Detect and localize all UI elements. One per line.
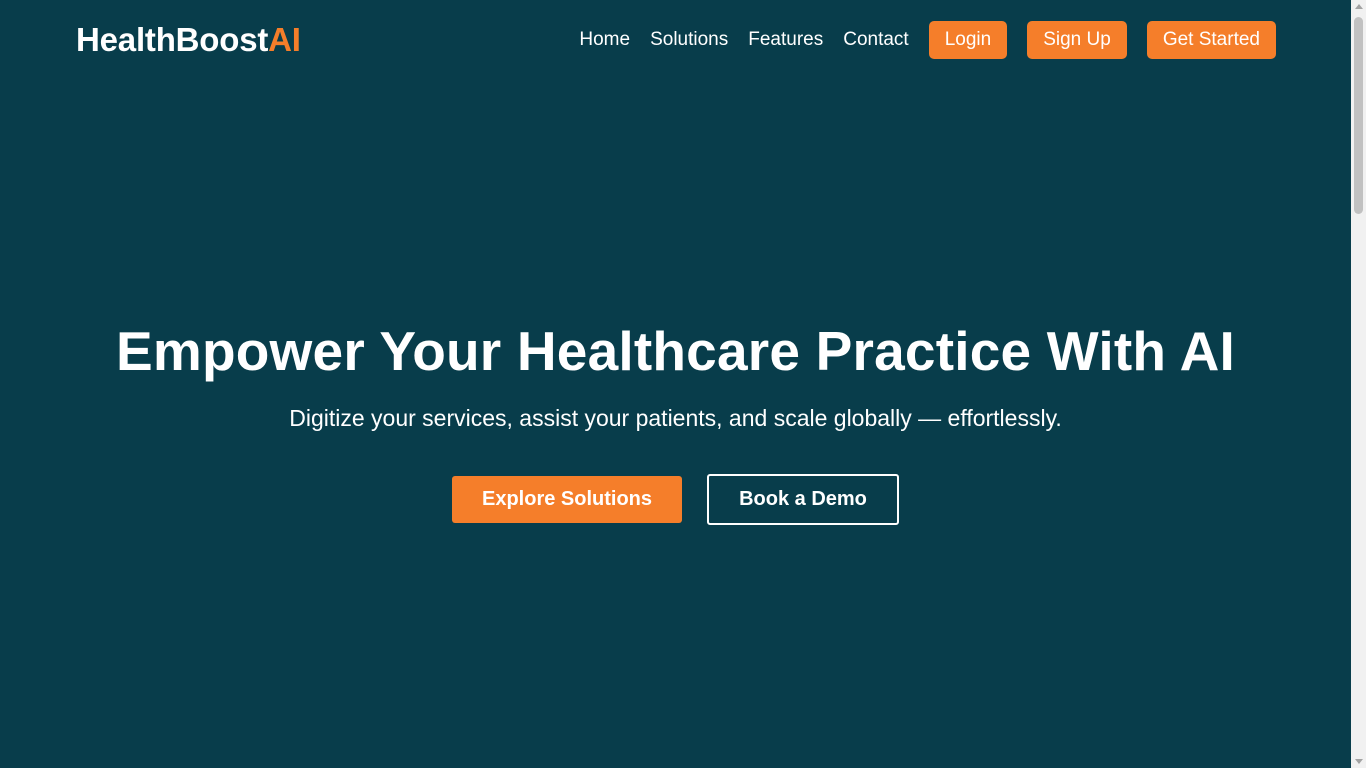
scroll-up-arrow-icon[interactable] xyxy=(1355,4,1363,9)
logo-accent-text: AI xyxy=(268,21,301,58)
nav-link-home[interactable]: Home xyxy=(579,21,630,59)
hero-actions: Explore Solutions Book a Demo xyxy=(0,474,1351,525)
hero-subtitle: Digitize your services, assist your pati… xyxy=(289,405,1062,431)
vertical-scrollbar[interactable] xyxy=(1351,0,1366,768)
book-demo-button[interactable]: Book a Demo xyxy=(707,474,899,525)
login-button[interactable]: Login xyxy=(928,21,1008,59)
logo-text: HealthBoost xyxy=(76,21,269,58)
hero-section: Empower Your Healthcare Practice With AI… xyxy=(0,318,1351,525)
page: HealthBoostAI Home Solutions Features Co… xyxy=(0,0,1366,768)
nav-link-contact[interactable]: Contact xyxy=(843,21,908,59)
nav-links: Home Solutions Features Contact Login Si… xyxy=(579,21,1276,59)
nav-link-features[interactable]: Features xyxy=(748,21,823,59)
get-started-button[interactable]: Get Started xyxy=(1146,21,1276,59)
navbar: HealthBoostAI Home Solutions Features Co… xyxy=(0,0,1351,80)
logo[interactable]: HealthBoostAI xyxy=(76,21,301,59)
scroll-down-arrow-icon[interactable] xyxy=(1355,759,1363,764)
explore-solutions-button[interactable]: Explore Solutions xyxy=(452,476,682,523)
scrollbar-thumb[interactable] xyxy=(1354,17,1363,214)
nav-link-solutions[interactable]: Solutions xyxy=(650,21,728,59)
sign-up-button[interactable]: Sign Up xyxy=(1027,21,1127,59)
hero-title: Empower Your Healthcare Practice With AI xyxy=(115,320,1236,382)
